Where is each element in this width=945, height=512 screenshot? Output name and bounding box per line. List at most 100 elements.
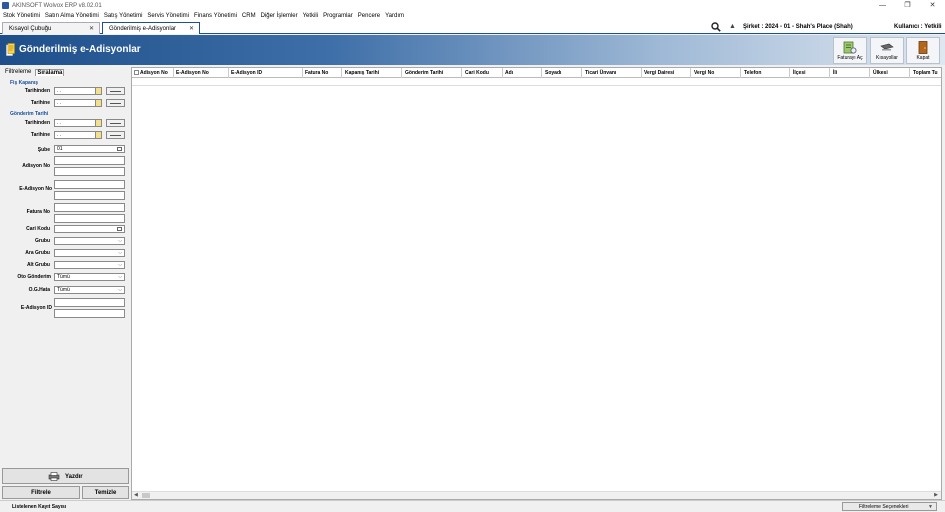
filter-button[interactable]: Filtrele — [2, 486, 80, 499]
column-separator[interactable] — [909, 68, 910, 78]
close-icon[interactable]: ✕ — [189, 25, 194, 32]
shortcuts-button[interactable]: Kısayollar — [870, 37, 904, 64]
tab-kisayol[interactable]: Kısayol Çubuğu ✕ — [2, 22, 100, 34]
col-adi[interactable]: Adı — [505, 70, 513, 76]
col-fatura-no[interactable]: Fatura No — [305, 70, 328, 76]
col-ticari-unvani[interactable]: Ticari Ünvanı — [585, 70, 616, 76]
col-gonderim-tarihi[interactable]: Gönderim Tarihi — [405, 70, 443, 76]
calendar-icon[interactable] — [95, 132, 101, 138]
col-adisyon-no[interactable]: Adisyon No — [140, 70, 168, 76]
column-separator[interactable] — [502, 68, 503, 78]
fatura-no-from-input[interactable] — [54, 203, 125, 212]
table-row[interactable] — [132, 78, 941, 86]
search-icon[interactable] — [711, 22, 721, 32]
menu-yardim[interactable]: Yardım — [385, 13, 404, 19]
bell-icon[interactable]: ▲ — [729, 23, 736, 30]
fis-date-to-picker-button[interactable] — [106, 99, 125, 107]
ara-grubu-select[interactable]: ⌵ — [54, 249, 125, 257]
column-separator[interactable] — [173, 68, 174, 78]
og-hata-select[interactable]: Tümü ⌵ — [54, 286, 125, 294]
tab-gonderilmis[interactable]: Gönderilmiş e-Adisyonlar ✕ — [102, 22, 200, 34]
scroll-right-icon[interactable]: ▶ — [934, 492, 938, 498]
fis-date-from-picker-button[interactable] — [106, 87, 125, 95]
select-all-checkbox[interactable] — [134, 70, 139, 75]
e-adisyon-no-to-input[interactable] — [54, 191, 125, 200]
col-cari-kodu[interactable]: Cari Kodu — [465, 70, 489, 76]
column-separator[interactable] — [581, 68, 582, 78]
column-separator[interactable] — [302, 68, 303, 78]
tab-filtreleme[interactable]: Filtreleme — [4, 69, 32, 76]
column-separator[interactable] — [869, 68, 870, 78]
calendar-icon[interactable] — [95, 88, 101, 94]
col-kapanis-tarihi[interactable]: Kapanış Tarihi — [345, 70, 379, 76]
col-soyadi[interactable]: Soyadı — [545, 70, 561, 76]
menu-pencere[interactable]: Pencere — [358, 13, 380, 19]
record-count-label: Listelenen Kayıt Sayısı — [12, 504, 67, 510]
lookup-icon[interactable] — [117, 227, 122, 231]
col-ulkesi[interactable]: Ülkesi — [873, 70, 888, 76]
gonderim-date-from-picker-button[interactable] — [106, 119, 125, 127]
column-separator[interactable] — [789, 68, 790, 78]
col-vergi-dairesi[interactable]: Vergi Dairesi — [644, 70, 674, 76]
oto-gonderim-select[interactable]: Tümü ⌵ — [54, 273, 125, 281]
cari-kodu-input[interactable] — [54, 225, 125, 233]
col-e-adisyon-no[interactable]: E-Adisyon No — [176, 70, 209, 76]
col-e-adisyon-id[interactable]: E-Adisyon ID — [231, 70, 262, 76]
close-page-button[interactable]: Kapat — [906, 37, 940, 64]
gonderim-date-to-picker-button[interactable] — [106, 131, 125, 139]
menu-finans[interactable]: Finans Yönetimi — [194, 13, 237, 19]
adisyon-no-to-input[interactable] — [54, 167, 125, 176]
filter-options-dropdown[interactable]: Filtreleme Seçenekleri ▼ — [842, 502, 937, 511]
menu-stok[interactable]: Stok Yönetimi — [3, 13, 40, 19]
label-grubu: Grubu — [35, 238, 50, 244]
menu-satis[interactable]: Satış Yönetimi — [104, 13, 143, 19]
tab-siralama[interactable]: Sıralama — [35, 69, 65, 76]
restore-button[interactable]: ❐ — [895, 0, 920, 11]
calendar-icon[interactable] — [95, 100, 101, 106]
open-invoice-button[interactable]: Faturayı Aç — [833, 37, 867, 64]
menu-servis[interactable]: Servis Yönetimi — [147, 13, 189, 19]
col-ilcesi[interactable]: İlçesi — [793, 70, 806, 76]
col-telefon[interactable]: Telefon — [744, 70, 761, 76]
close-icon[interactable]: ✕ — [89, 25, 94, 32]
e-adisyon-no-from-input[interactable] — [54, 180, 125, 189]
e-adisyon-id-from-input[interactable] — [54, 298, 125, 307]
column-separator[interactable] — [228, 68, 229, 78]
menu-crm[interactable]: CRM — [242, 13, 256, 19]
col-ili[interactable]: İli — [833, 70, 837, 76]
column-separator[interactable] — [541, 68, 542, 78]
menu-yetkili[interactable]: Yetkili — [303, 13, 318, 19]
scroll-left-icon[interactable]: ◀ — [134, 492, 138, 498]
gonderim-date-to-input[interactable]: . . — [54, 131, 102, 139]
menu-diger[interactable]: Diğer İşlemler — [261, 13, 298, 19]
grubu-select[interactable]: ⌵ — [54, 237, 125, 245]
minimize-button[interactable]: — — [870, 0, 895, 11]
sube-input[interactable]: 01 — [54, 145, 125, 153]
e-adisyon-id-to-input[interactable] — [54, 309, 125, 318]
lookup-icon[interactable] — [117, 147, 122, 151]
column-separator[interactable] — [690, 68, 691, 78]
column-separator[interactable] — [401, 68, 402, 78]
adisyon-no-from-input[interactable] — [54, 156, 125, 165]
results-grid: Adisyon No E-Adisyon No E-Adisyon ID Fat… — [131, 67, 942, 500]
col-vergi-no[interactable]: Vergi No — [694, 70, 714, 76]
horizontal-scrollbar[interactable]: ◀ ▶ — [132, 491, 941, 499]
column-separator[interactable] — [461, 68, 462, 78]
menu-satin-alma[interactable]: Satın Alma Yönetimi — [45, 13, 99, 19]
menu-programlar[interactable]: Programlar — [323, 13, 353, 19]
column-separator[interactable] — [341, 68, 342, 78]
close-window-button[interactable]: ✕ — [920, 0, 945, 11]
calendar-icon[interactable] — [95, 120, 101, 126]
fatura-no-to-input[interactable] — [54, 214, 125, 223]
column-separator[interactable] — [641, 68, 642, 78]
print-button[interactable]: Yazdır — [2, 468, 129, 484]
scroll-thumb[interactable] — [142, 493, 150, 498]
column-separator[interactable] — [740, 68, 741, 78]
gonderim-date-from-input[interactable]: . . — [54, 119, 102, 127]
fis-date-from-input[interactable]: . . — [54, 87, 102, 95]
col-toplam-tutar[interactable]: Toplam Tu — [913, 70, 938, 76]
clear-button[interactable]: Temizle — [82, 486, 129, 499]
column-separator[interactable] — [829, 68, 830, 78]
fis-date-to-input[interactable]: . . — [54, 99, 102, 107]
alt-grubu-select[interactable]: ⌵ — [54, 261, 125, 269]
